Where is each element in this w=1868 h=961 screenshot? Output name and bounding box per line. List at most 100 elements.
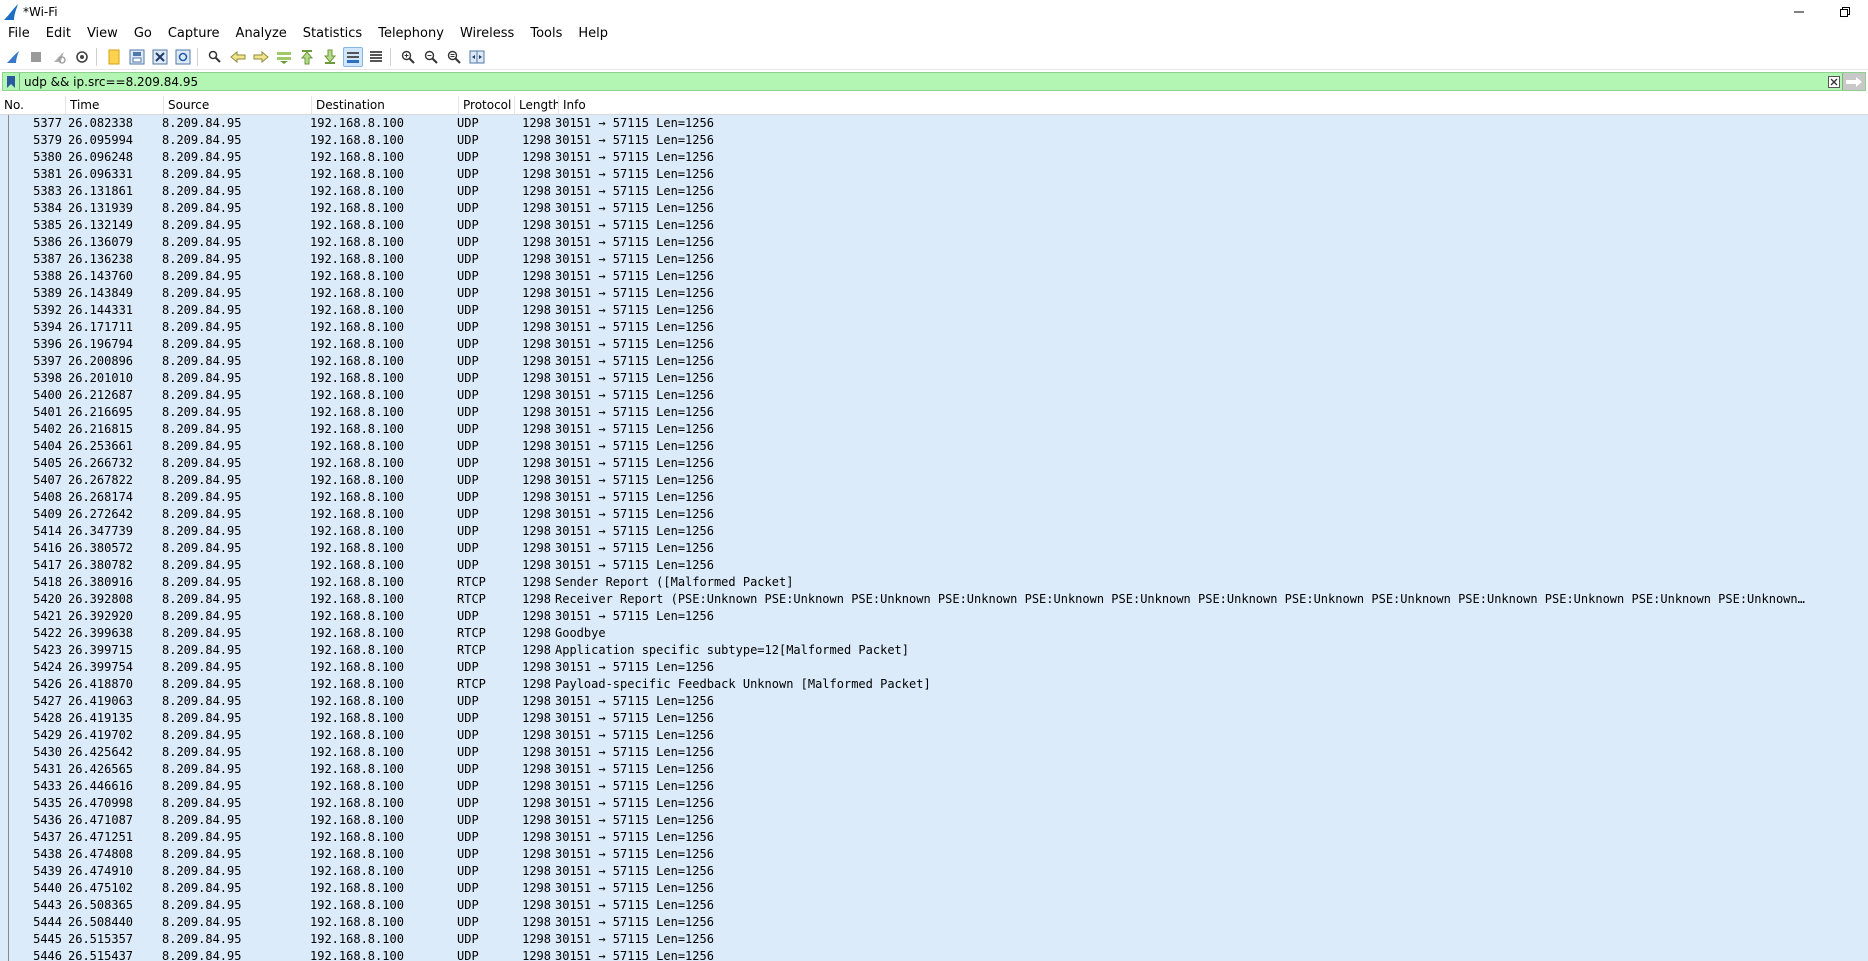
table-row[interactable]: 5405 26.266732 8.209.84.95 192.168.8.100 UDP… xyxy=(0,455,1868,472)
table-row[interactable]: 5383 26.131861 8.209.84.95 192.168.8.100 UDP… xyxy=(0,183,1868,200)
restore-button[interactable] xyxy=(1822,0,1868,24)
autoscroll-button[interactable] xyxy=(343,47,363,67)
table-row[interactable]: 5443 26.508365 8.209.84.95 192.168.8.100 UDP… xyxy=(0,897,1868,914)
capture-options-button[interactable] xyxy=(72,47,92,67)
menu-edit[interactable]: Edit xyxy=(38,24,79,44)
table-row[interactable]: 5427 26.419063 8.209.84.95 192.168.8.100 UDP… xyxy=(0,693,1868,710)
table-row[interactable]: 5438 26.474808 8.209.84.95 192.168.8.100 UDP… xyxy=(0,846,1868,863)
table-row[interactable]: 5394 26.171711 8.209.84.95 192.168.8.100 UDP… xyxy=(0,319,1868,336)
resize-columns-button[interactable] xyxy=(467,47,487,67)
table-row[interactable]: 5385 26.132149 8.209.84.95 192.168.8.100 UDP… xyxy=(0,217,1868,234)
table-row[interactable]: 5402 26.216815 8.209.84.95 192.168.8.100 UDP… xyxy=(0,421,1868,438)
table-row[interactable]: 5437 26.471251 8.209.84.95 192.168.8.100 UDP… xyxy=(0,829,1868,846)
table-row[interactable]: 5439 26.474910 8.209.84.95 192.168.8.100 UDP… xyxy=(0,863,1868,880)
table-row[interactable]: 5384 26.131939 8.209.84.95 192.168.8.100 UDP… xyxy=(0,200,1868,217)
clear-filter-button[interactable] xyxy=(1826,73,1842,90)
table-row[interactable]: 5418 26.380916 8.209.84.95 192.168.8.100 RTC… xyxy=(0,574,1868,591)
packet-protocol: UDP xyxy=(457,133,479,147)
save-file-button[interactable] xyxy=(127,47,147,67)
table-row[interactable]: 5433 26.446616 8.209.84.95 192.168.8.100 UDP… xyxy=(0,778,1868,795)
table-row[interactable]: 5386 26.136079 8.209.84.95 192.168.8.100 UDP… xyxy=(0,234,1868,251)
table-row[interactable]: 5381 26.096331 8.209.84.95 192.168.8.100 UDP… xyxy=(0,166,1868,183)
column-header-length[interactable]: Length xyxy=(515,96,559,114)
table-row[interactable]: 5400 26.212687 8.209.84.95 192.168.8.100 UDP… xyxy=(0,387,1868,404)
apply-filter-button[interactable] xyxy=(1842,73,1865,90)
go-first-button[interactable] xyxy=(297,47,317,67)
table-row[interactable]: 5416 26.380572 8.209.84.95 192.168.8.100 UDP… xyxy=(0,540,1868,557)
table-row[interactable]: 5422 26.399638 8.209.84.95 192.168.8.100 RTC… xyxy=(0,625,1868,642)
zoom-in-button[interactable] xyxy=(398,47,418,67)
reload-file-button[interactable] xyxy=(173,47,193,67)
table-row[interactable]: 5424 26.399754 8.209.84.95 192.168.8.100 UDP… xyxy=(0,659,1868,676)
table-row[interactable]: 5380 26.096248 8.209.84.95 192.168.8.100 UDP… xyxy=(0,149,1868,166)
go-forward-button[interactable] xyxy=(251,47,271,67)
table-row[interactable]: 5387 26.136238 8.209.84.95 192.168.8.100 UDP… xyxy=(0,251,1868,268)
table-row[interactable]: 5409 26.272642 8.209.84.95 192.168.8.100 UDP… xyxy=(0,506,1868,523)
menu-analyze[interactable]: Analyze xyxy=(228,24,295,44)
menu-go[interactable]: Go xyxy=(126,24,160,44)
table-row[interactable]: 5379 26.095994 8.209.84.95 192.168.8.100 UDP… xyxy=(0,132,1868,149)
menu-tools[interactable]: Tools xyxy=(522,24,570,44)
menu-view[interactable]: View xyxy=(79,24,126,44)
table-row[interactable]: 5446 26.515437 8.209.84.95 192.168.8.100 UDP… xyxy=(0,948,1868,961)
menu-help[interactable]: Help xyxy=(570,24,616,44)
table-row[interactable]: 5440 26.475102 8.209.84.95 192.168.8.100 UDP… xyxy=(0,880,1868,897)
go-back-button[interactable] xyxy=(228,47,248,67)
go-to-packet-button[interactable] xyxy=(274,47,294,67)
table-row[interactable]: 5423 26.399715 8.209.84.95 192.168.8.100 RTC… xyxy=(0,642,1868,659)
table-row[interactable]: 5431 26.426565 8.209.84.95 192.168.8.100 UDP… xyxy=(0,761,1868,778)
find-packet-button[interactable] xyxy=(205,47,225,67)
packet-number: 5394 xyxy=(33,320,62,334)
table-row[interactable]: 5444 26.508440 8.209.84.95 192.168.8.100 UDP… xyxy=(0,914,1868,931)
table-row[interactable]: 5421 26.392920 8.209.84.95 192.168.8.100 UDP… xyxy=(0,608,1868,625)
table-row[interactable]: 5426 26.418870 8.209.84.95 192.168.8.100 RTC… xyxy=(0,676,1868,693)
zoom-out-button[interactable] xyxy=(421,47,441,67)
open-file-button[interactable] xyxy=(104,47,124,67)
table-row[interactable]: 5436 26.471087 8.209.84.95 192.168.8.100 UDP… xyxy=(0,812,1868,829)
table-row[interactable]: 5377 26.082338 8.209.84.95 192.168.8.100 UDP… xyxy=(0,115,1868,132)
column-header-time[interactable]: Time xyxy=(66,96,164,114)
colorize-button[interactable] xyxy=(366,47,386,67)
column-header-no[interactable]: No. xyxy=(0,96,66,114)
filter-bookmark-button[interactable] xyxy=(3,73,20,90)
menu-file[interactable]: File xyxy=(0,24,38,44)
close-file-button[interactable] xyxy=(150,47,170,67)
column-header-info[interactable]: Info xyxy=(559,96,1868,114)
table-row[interactable]: 5407 26.267822 8.209.84.95 192.168.8.100 UDP… xyxy=(0,472,1868,489)
packet-number: 5407 xyxy=(33,473,62,487)
table-row[interactable]: 5397 26.200896 8.209.84.95 192.168.8.100 UDP… xyxy=(0,353,1868,370)
table-row[interactable]: 5445 26.515357 8.209.84.95 192.168.8.100 UDP… xyxy=(0,931,1868,948)
menu-telephony[interactable]: Telephony xyxy=(370,24,452,44)
minimize-button[interactable] xyxy=(1776,0,1822,24)
table-row[interactable]: 5404 26.253661 8.209.84.95 192.168.8.100 UDP… xyxy=(0,438,1868,455)
table-row[interactable]: 5408 26.268174 8.209.84.95 192.168.8.100 UDP… xyxy=(0,489,1868,506)
packet-source: 8.209.84.95 xyxy=(162,813,242,827)
zoom-normal-button[interactable] xyxy=(444,47,464,67)
menu-capture[interactable]: Capture xyxy=(160,24,228,44)
packet-destination: 192.168.8.100 xyxy=(310,677,404,691)
display-filter-input[interactable] xyxy=(20,73,1826,90)
go-last-button[interactable] xyxy=(320,47,340,67)
table-row[interactable]: 5401 26.216695 8.209.84.95 192.168.8.100 UDP… xyxy=(0,404,1868,421)
table-row[interactable]: 5414 26.347739 8.209.84.95 192.168.8.100 UDP… xyxy=(0,523,1868,540)
column-header-protocol[interactable]: Protocol xyxy=(459,96,515,114)
table-row[interactable]: 5430 26.425642 8.209.84.95 192.168.8.100 UDP… xyxy=(0,744,1868,761)
column-header-destination[interactable]: Destination xyxy=(312,96,459,114)
table-row[interactable]: 5398 26.201010 8.209.84.95 192.168.8.100 UDP… xyxy=(0,370,1868,387)
table-row[interactable]: 5388 26.143760 8.209.84.95 192.168.8.100 UDP… xyxy=(0,268,1868,285)
table-row[interactable]: 5392 26.144331 8.209.84.95 192.168.8.100 UDP… xyxy=(0,302,1868,319)
start-capture-button[interactable] xyxy=(3,47,23,67)
table-row[interactable]: 5420 26.392808 8.209.84.95 192.168.8.100 RTC… xyxy=(0,591,1868,608)
menu-wireless[interactable]: Wireless xyxy=(452,24,522,44)
packet-time: 26.201010 xyxy=(68,371,134,385)
table-row[interactable]: 5396 26.196794 8.209.84.95 192.168.8.100 UDP… xyxy=(0,336,1868,353)
restart-capture-button[interactable] xyxy=(49,47,69,67)
table-row[interactable]: 5435 26.470998 8.209.84.95 192.168.8.100 UDP… xyxy=(0,795,1868,812)
menu-statistics[interactable]: Statistics xyxy=(295,24,370,44)
stop-capture-button[interactable] xyxy=(26,47,46,67)
table-row[interactable]: 5389 26.143849 8.209.84.95 192.168.8.100 UDP… xyxy=(0,285,1868,302)
table-row[interactable]: 5429 26.419702 8.209.84.95 192.168.8.100 UDP… xyxy=(0,727,1868,744)
table-row[interactable]: 5428 26.419135 8.209.84.95 192.168.8.100 UDP… xyxy=(0,710,1868,727)
column-header-source[interactable]: Source xyxy=(164,96,312,114)
table-row[interactable]: 5417 26.380782 8.209.84.95 192.168.8.100 UDP… xyxy=(0,557,1868,574)
